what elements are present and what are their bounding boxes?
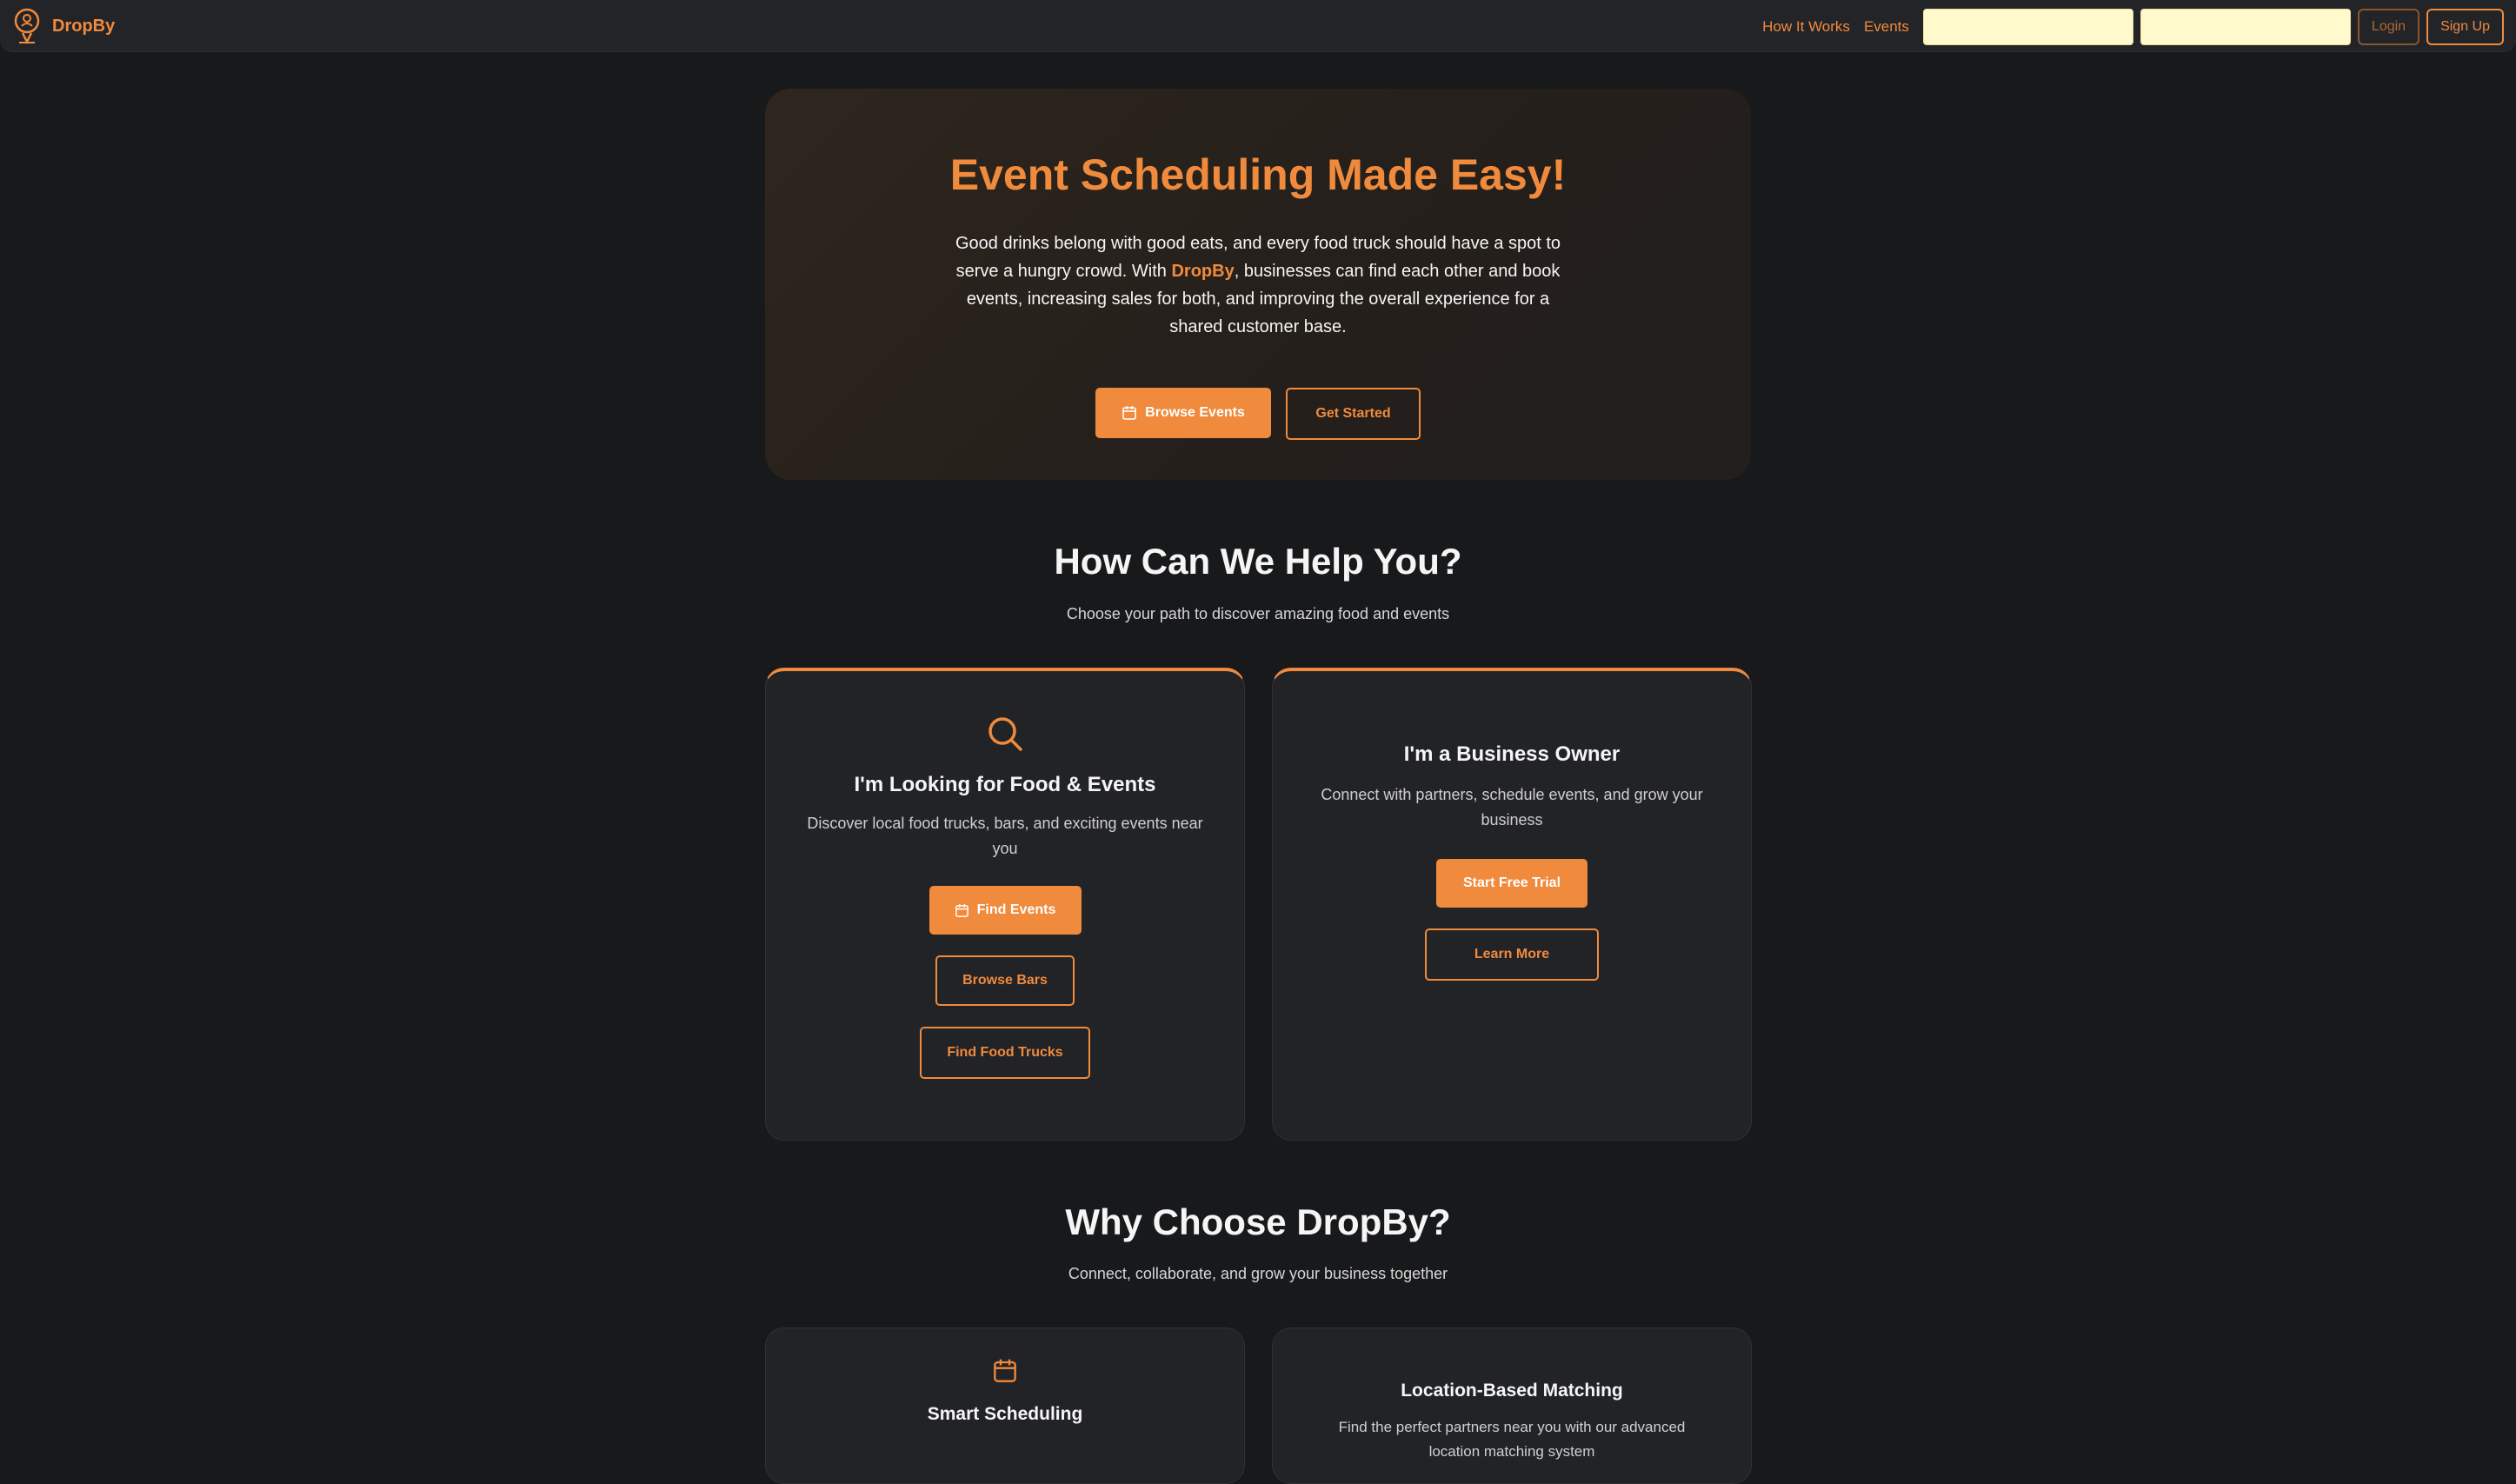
logo-icon bbox=[14, 8, 40, 44]
calendar-icon bbox=[955, 903, 968, 917]
get-started-button[interactable]: Get Started bbox=[1286, 388, 1421, 440]
why-section-title: Why Choose DropBy? bbox=[1065, 1201, 1451, 1242]
signup-button[interactable]: Sign Up bbox=[2426, 9, 2504, 45]
hero-section: Event Scheduling Made Easy! Good drinks … bbox=[765, 89, 1751, 480]
browse-events-label: Browse Events bbox=[1145, 405, 1245, 420]
business-card: I'm a Business Owner Connect with partne… bbox=[1272, 668, 1752, 1141]
consumer-card-buttons: Find Events Browse Bars Find Food Trucks bbox=[766, 886, 1244, 1079]
hero-title: Event Scheduling Made Easy! bbox=[949, 150, 1567, 199]
hero-brand: DropBy bbox=[1171, 262, 1235, 281]
consumer-card-title: I'm Looking for Food & Events bbox=[854, 773, 1156, 796]
search-icon bbox=[988, 717, 1022, 751]
consumer-card-text: Discover local food trucks, bars, and ex… bbox=[807, 815, 1203, 857]
brand-link[interactable]: DropBy bbox=[12, 7, 115, 45]
nav-input-1[interactable] bbox=[1922, 9, 2133, 45]
nav-link-how-it-works[interactable]: How It Works bbox=[1762, 18, 1850, 36]
browse-bars-button[interactable]: Browse Bars bbox=[935, 955, 1075, 1006]
start-free-trial-button[interactable]: Start Free Trial bbox=[1436, 859, 1587, 908]
find-events-label: Find Events bbox=[976, 902, 1056, 917]
help-section-title: How Can We Help You? bbox=[1054, 541, 1462, 582]
feature-card-location: Location-Based Matching Find the perfect… bbox=[1272, 1328, 1752, 1484]
business-card-title: I'm a Business Owner bbox=[1403, 742, 1621, 766]
nav-actions: How It Works Events Login Sign Up bbox=[1762, 9, 2504, 45]
learn-more-button[interactable]: Learn More bbox=[1425, 928, 1599, 981]
hero-buttons: Browse Events Get Started bbox=[765, 388, 1751, 440]
business-card-text: Connect with partners, schedule events, … bbox=[1321, 786, 1703, 829]
help-section-subtitle: Choose your path to discover amazing foo… bbox=[1066, 605, 1450, 622]
nav-input-2[interactable] bbox=[2140, 9, 2351, 45]
find-events-button[interactable]: Find Events bbox=[929, 886, 1082, 935]
nav-link-events[interactable]: Events bbox=[1864, 18, 1909, 36]
find-food-trucks-button[interactable]: Find Food Trucks bbox=[920, 1027, 1090, 1079]
brand-name: DropBy bbox=[52, 16, 116, 36]
feature-card-scheduling: Smart Scheduling bbox=[765, 1328, 1245, 1484]
hero-description: Good drinks belong with good eats, and e… bbox=[945, 230, 1571, 341]
top-navbar: DropBy How It Works Events Login Sign Up bbox=[0, 0, 2516, 52]
why-section-subtitle: Connect, collaborate, and grow your busi… bbox=[1068, 1265, 1448, 1282]
consumer-card: I'm Looking for Food & Events Discover l… bbox=[765, 668, 1245, 1141]
calendar-icon bbox=[994, 1359, 1016, 1382]
calendar-icon bbox=[1122, 406, 1136, 420]
browse-events-button[interactable]: Browse Events bbox=[1095, 388, 1271, 438]
business-card-buttons: Start Free Trial Learn More bbox=[1273, 859, 1751, 981]
feature-title-location: Location-Based Matching bbox=[1401, 1381, 1623, 1401]
feature-title-scheduling: Smart Scheduling bbox=[927, 1404, 1083, 1424]
login-button[interactable]: Login bbox=[2357, 9, 2420, 45]
feature-text-location: Find the perfect partners near you with … bbox=[1338, 1419, 1686, 1460]
